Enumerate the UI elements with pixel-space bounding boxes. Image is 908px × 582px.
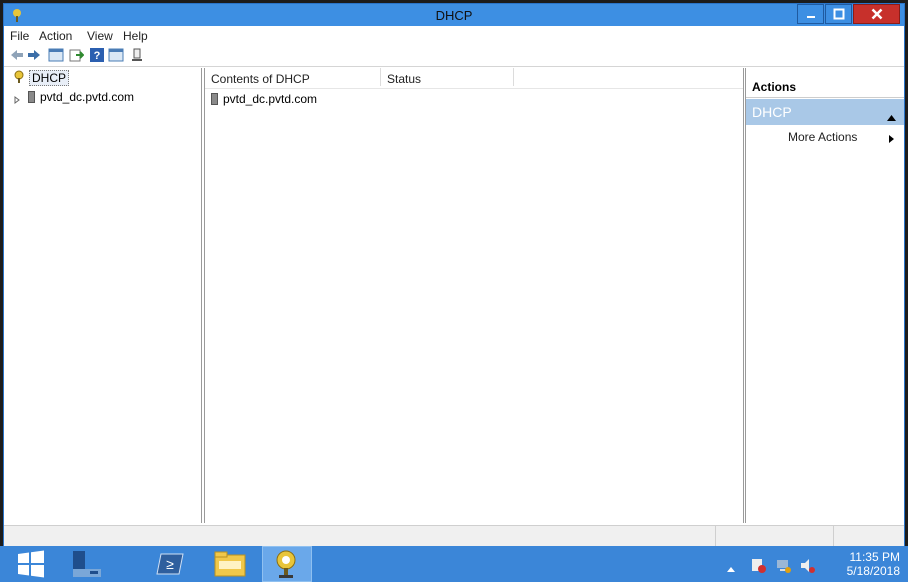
actions-group-dhcp[interactable]: DHCP [746,99,904,125]
forward-arrow-icon[interactable] [26,47,42,63]
more-actions-link[interactable]: More Actions [788,130,857,144]
powershell-icon: ≥ [156,553,184,575]
tree-root-label: DHCP [29,70,70,86]
menu-help[interactable]: Help [123,29,148,43]
close-button[interactable] [853,4,900,24]
system-clock[interactable]: 11:35 PM 5/18/2018 [847,550,900,578]
dhcp-app-icon [276,550,296,578]
clock-time: 11:35 PM [849,550,900,564]
back-arrow-icon[interactable] [9,47,25,63]
close-icon [871,8,882,20]
results-pane: Contents of DHCP Status pvtd_dc.pvtd.com [204,68,744,523]
server-icon[interactable] [129,47,145,63]
actions-header: Actions [746,76,904,98]
status-bar [4,525,904,546]
taskbar: ≥ 11:35 PM 5/18/2018 [0,546,908,582]
status-segment [833,526,904,546]
export-list-icon[interactable] [68,47,85,63]
help-icon[interactable]: ? [89,47,105,63]
server-icon [28,91,35,103]
title-bar[interactable]: DHCP [4,4,904,26]
file-explorer-icon [214,551,246,577]
properties-icon[interactable] [108,47,124,63]
dhcp-taskbar-button[interactable] [262,546,312,582]
actions-group-label: DHCP [752,104,792,120]
volume-icon[interactable] [800,558,815,573]
menu-file[interactable]: File [10,29,29,43]
menu-bar: File Action View Help [4,26,904,44]
network-icon[interactable] [776,558,791,573]
status-segment [715,526,834,546]
column-header-status[interactable]: Status [381,68,514,86]
column-header-contents[interactable]: Contents of DHCP [205,68,381,86]
show-hide-console-tree-icon[interactable] [48,47,64,63]
svg-text:?: ? [94,50,101,62]
start-icon [18,550,44,578]
action-center-icon[interactable] [751,558,766,573]
expand-arrow-icon[interactable] [14,93,20,107]
tray-chevron-icon[interactable] [727,561,741,575]
submenu-arrow-icon [889,132,894,146]
actions-pane: Actions DHCP More Actions [745,68,904,523]
collapse-arrow-icon[interactable] [887,108,896,124]
svg-text:≥: ≥ [166,556,174,572]
window-title: DHCP [435,8,473,23]
clock-date: 5/18/2018 [846,564,900,578]
tree-item-label: pvtd_dc.pvtd.com [40,90,135,104]
list-header: Contents of DHCP Status [205,68,743,89]
powershell-button[interactable]: ≥ [145,546,195,582]
dhcp-window: DHCP File Action View Help ? DHCP pvtd_d… [3,3,905,546]
menu-view[interactable]: View [87,29,113,43]
server-icon [211,93,218,105]
dhcp-icon [12,70,26,87]
server-manager-button[interactable] [62,546,112,582]
menu-action[interactable]: Action [39,29,72,43]
server-manager-icon [73,551,101,577]
list-item-name: pvtd_dc.pvtd.com [223,92,318,106]
start-button[interactable] [6,546,56,582]
file-explorer-button[interactable] [205,546,255,582]
maximize-button[interactable] [825,4,852,24]
minimize-button[interactable] [797,4,824,24]
toolbar: ? [4,44,904,67]
console-tree-pane: DHCP pvtd_dc.pvtd.com [4,68,202,523]
